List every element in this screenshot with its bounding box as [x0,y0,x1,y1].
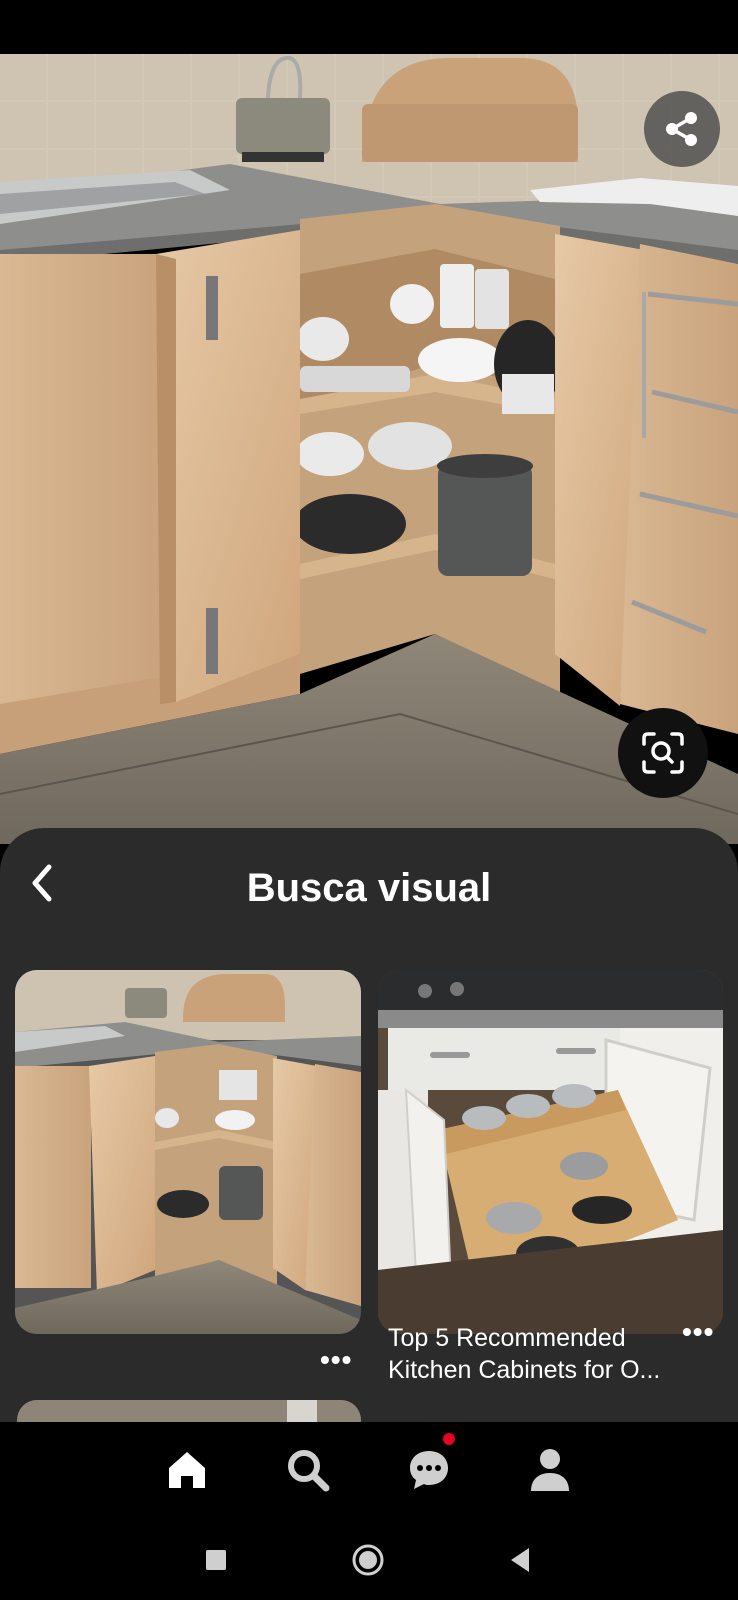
profile-icon [531,1449,569,1491]
home-circle-icon [352,1544,384,1576]
pull-out-pan-drawer-image [378,970,723,1334]
home-icon [169,1452,205,1488]
sheet-title: Busca visual [246,866,492,910]
nav-messages-button[interactable] [401,1442,457,1498]
visual-search-sheet: Busca visual ••• ••• Top 5 Recommended K… [0,828,738,1422]
nav-home-button[interactable] [159,1442,215,1498]
notification-dot [443,1433,455,1445]
recents-button[interactable] [196,1540,236,1580]
messages-icon [410,1451,448,1489]
pin-card-partial[interactable] [17,1400,361,1422]
status-bar [0,0,738,54]
visual-search-button[interactable] [618,708,708,798]
share-icon [666,112,697,146]
corner-cabinet-image [15,970,361,1334]
pin-card-corner-cabinet[interactable] [15,970,361,1334]
bottom-navigation [0,1422,738,1516]
back-triangle-icon [511,1548,529,1572]
system-home-button[interactable] [348,1540,388,1580]
system-navigation-bar [0,1516,738,1600]
pin-image-partial [17,1400,361,1422]
recents-icon [206,1550,226,1570]
nav-search-button[interactable] [280,1442,336,1498]
pin-more-button[interactable]: ••• [682,1316,714,1348]
nav-profile-button[interactable] [522,1442,578,1498]
pin-more-button[interactable]: ••• [320,1344,352,1376]
share-button[interactable] [644,91,720,167]
pin-title[interactable]: Top 5 Recommended Kitchen Cabinets for O… [388,1322,676,1386]
pin-card-pull-out-drawer[interactable] [378,970,723,1334]
system-back-button[interactable] [500,1540,540,1580]
search-icon [288,1450,330,1492]
visual-search-icon [642,732,684,774]
